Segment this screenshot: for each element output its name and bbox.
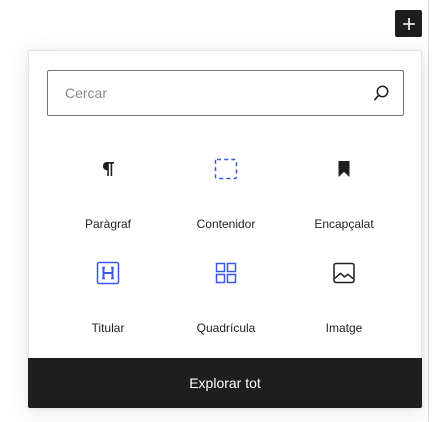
- browse-all-button[interactable]: Explorar tot: [28, 358, 422, 408]
- block-item-heading[interactable]: Encapçalat: [289, 157, 399, 241]
- search-icon: [374, 85, 389, 101]
- group-icon: [214, 158, 238, 180]
- paragraph-icon: [103, 162, 114, 176]
- block-item-image[interactable]: Imatge: [289, 261, 399, 345]
- image-icon: [333, 262, 355, 284]
- heading-icon: [96, 261, 120, 285]
- block-item-title[interactable]: Titular: [53, 261, 163, 345]
- block-item-group[interactable]: Contenidor: [171, 157, 281, 241]
- plus-icon: [402, 17, 415, 30]
- grid-icon: [215, 262, 237, 284]
- block-label-heading: Encapçalat: [314, 217, 374, 231]
- block-item-paragraph[interactable]: Paràgraf: [53, 157, 163, 241]
- block-inserter-popover: Paràgraf Contenidor Encapçalat Titular: [28, 50, 422, 408]
- search-input[interactable]: [48, 71, 358, 115]
- bookmark-icon: [338, 161, 350, 177]
- add-block-button[interactable]: [395, 10, 422, 37]
- block-label-title: Titular: [91, 321, 125, 335]
- block-item-grid[interactable]: Quadrícula: [171, 261, 281, 345]
- block-label-image: Imatge: [325, 321, 363, 335]
- block-label-paragraph: Paràgraf: [84, 217, 132, 231]
- editor-sidebar-divider: [428, 0, 429, 422]
- search-box: [47, 70, 404, 116]
- block-label-group: Contenidor: [196, 217, 256, 231]
- block-label-grid: Quadrícula: [196, 321, 256, 335]
